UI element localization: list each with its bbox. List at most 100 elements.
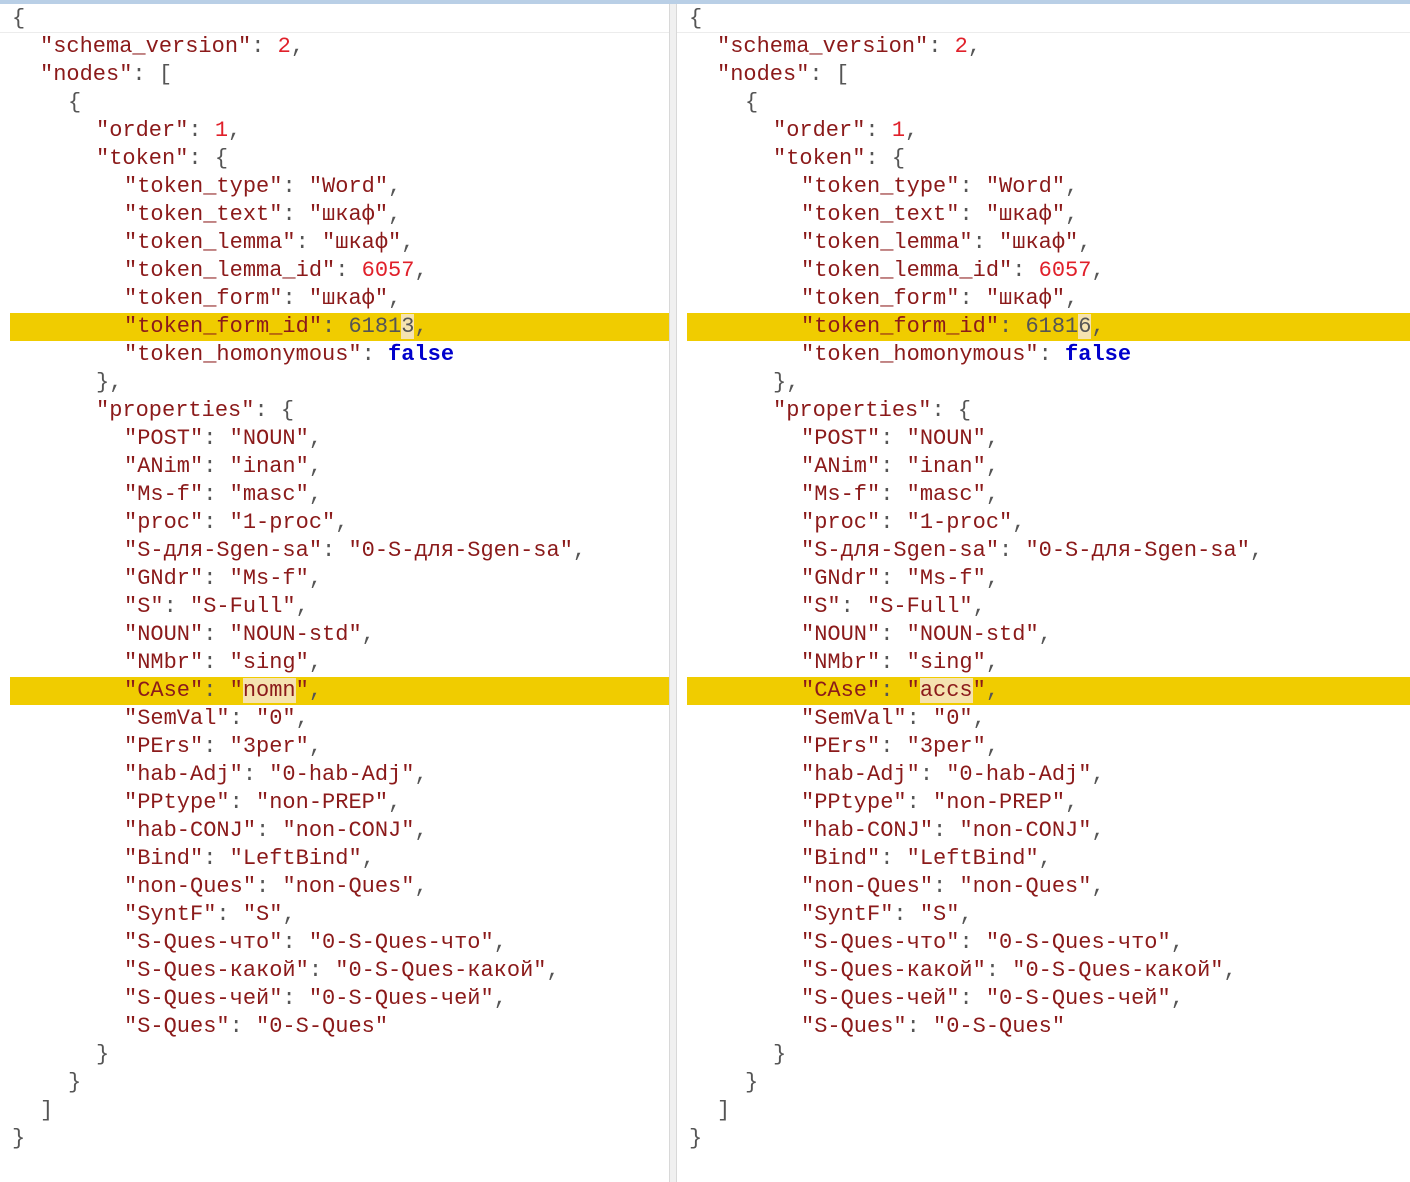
line-content: "NOUN": "NOUN-std", <box>124 621 375 649</box>
code-line: "proc": "1-proc", <box>0 509 669 537</box>
json-key: "nodes" <box>40 62 133 87</box>
json-punctuation: : { <box>188 146 229 171</box>
json-punctuation: 6181 <box>1025 314 1079 339</box>
code-line: } <box>677 1069 1410 1097</box>
json-punctuation: , <box>985 482 1000 507</box>
json-string: "S-Full" <box>867 594 973 619</box>
json-punctuation: , <box>985 566 1000 591</box>
json-punctuation: { <box>689 6 703 31</box>
line-content: "PPtype": "non-PREP", <box>124 789 401 817</box>
code-line: "PPtype": "non-PREP", <box>0 789 669 817</box>
line-content: "nodes": [ <box>717 61 849 89</box>
pane-splitter[interactable] <box>669 4 677 1182</box>
json-punctuation: : <box>308 958 336 983</box>
code-line: "SyntF": "S", <box>0 901 669 929</box>
code-line: "non-Ques": "non-Ques", <box>677 873 1410 901</box>
json-punctuation: : <box>216 902 243 927</box>
json-punctuation: , <box>1091 258 1105 283</box>
code-line: { <box>0 5 669 33</box>
json-string: "0-S-Ques" <box>933 1014 1066 1039</box>
json-punctuation: : <box>203 454 230 479</box>
json-key: "PPtype" <box>801 790 907 815</box>
json-string: "Ms-f" <box>229 566 309 591</box>
json-punctuation: : { <box>254 398 295 423</box>
json-punctuation: , <box>308 566 323 591</box>
code-line: } <box>0 1069 669 1097</box>
code-line: "PPtype": "non-PREP", <box>677 789 1410 817</box>
json-string: " <box>906 678 920 703</box>
code-line: "token_lemma_id": 6057, <box>677 257 1410 285</box>
json-punctuation: : <box>203 622 230 647</box>
json-punctuation: , <box>1065 202 1079 227</box>
diff-pane-right[interactable]: {"schema_version": 2, "nodes": [{"order":… <box>677 4 1410 1182</box>
json-boolean: false <box>1065 342 1132 367</box>
json-key: "NMbr" <box>124 650 204 675</box>
json-punctuation: : <box>880 566 907 591</box>
diff-pane-left[interactable]: {"schema_version": 2, "nodes": [{"order":… <box>0 4 669 1182</box>
json-punctuation: : <box>282 930 309 955</box>
line-content: "Bind": "LeftBind", <box>801 845 1052 873</box>
diff-line-changed: "token_form_id": 61813, <box>0 313 669 341</box>
json-key: "token_lemma_id" <box>801 258 1013 283</box>
code-line: "SemVal": "0", <box>677 705 1410 733</box>
json-punctuation: , <box>335 510 349 535</box>
json-key: "token_form_id" <box>801 314 1000 339</box>
json-punctuation: , <box>388 202 402 227</box>
json-key: "nodes" <box>717 62 810 87</box>
json-punctuation: , <box>1078 230 1092 255</box>
json-key: "hab-CONJ" <box>124 818 257 843</box>
code-line: } <box>0 1125 669 1153</box>
json-punctuation: : <box>1038 342 1066 367</box>
json-punctuation: , <box>308 454 323 479</box>
json-punctuation: , <box>282 902 296 927</box>
json-punctuation: , <box>414 258 428 283</box>
json-punctuation: , <box>1065 286 1079 311</box>
code-line: "nodes": [ <box>0 61 669 89</box>
line-content: "token_lemma": "шкаф", <box>801 229 1091 257</box>
json-key: "S-Ques-чей" <box>124 986 283 1011</box>
json-string: "S" <box>919 902 960 927</box>
code-lines: {"schema_version": 2, "nodes": [{"order":… <box>0 5 669 1153</box>
json-key: "SemVal" <box>801 706 907 731</box>
json-punctuation: } <box>773 1042 787 1067</box>
json-key: "hab-CONJ" <box>801 818 934 843</box>
json-key: "NOUN" <box>801 622 881 647</box>
json-punctuation: , <box>1170 930 1184 955</box>
code-line: "order": 1, <box>0 117 669 145</box>
json-string: "1-proc" <box>229 510 336 535</box>
code-line: "properties": { <box>0 397 669 425</box>
json-key: "non-Ques" <box>124 874 257 899</box>
line-content: "Bind": "LeftBind", <box>124 845 375 873</box>
json-string: "masc" <box>906 482 986 507</box>
code-line: "NOUN": "NOUN-std", <box>0 621 669 649</box>
json-key: "token_homonymous" <box>124 342 362 367</box>
line-content: "S-Ques-чей": "0-S-Ques-чей", <box>124 985 507 1013</box>
code-line: "POST": "NOUN", <box>0 425 669 453</box>
json-punctuation: , <box>308 482 323 507</box>
json-string: "LeftBind" <box>229 846 362 871</box>
code-line: "Ms-f": "masc", <box>0 481 669 509</box>
code-line: "Bind": "LeftBind", <box>0 845 669 873</box>
json-string: "Ms-f" <box>906 566 986 591</box>
json-key: "Ms-f" <box>801 482 881 507</box>
line-content: "non-Ques": "non-Ques", <box>124 873 428 901</box>
json-punctuation: , <box>985 734 1000 759</box>
code-line: "PErs": "3per", <box>0 733 669 761</box>
line-content: "token_homonymous": false <box>801 341 1131 369</box>
line-content: "GNdr": "Ms-f", <box>801 565 999 593</box>
line-content: } <box>12 1125 25 1153</box>
code-line: "S-Ques": "0-S-Ques" <box>0 1013 669 1041</box>
json-punctuation: , <box>1012 510 1026 535</box>
json-key: "GNdr" <box>801 566 881 591</box>
json-punctuation: : <box>880 846 907 871</box>
json-string: "шкаф" <box>308 202 389 227</box>
code-line: "token": { <box>0 145 669 173</box>
json-punctuation: , <box>228 118 242 143</box>
json-punctuation: , <box>1091 762 1105 787</box>
json-key: "token_type" <box>124 174 283 199</box>
line-content: "hab-CONJ": "non-CONJ", <box>801 817 1105 845</box>
json-boolean: false <box>388 342 455 367</box>
code-line: "token_form": "шкаф", <box>677 285 1410 313</box>
json-punctuation: : <box>203 426 230 451</box>
json-punctuation: }, <box>773 370 800 395</box>
